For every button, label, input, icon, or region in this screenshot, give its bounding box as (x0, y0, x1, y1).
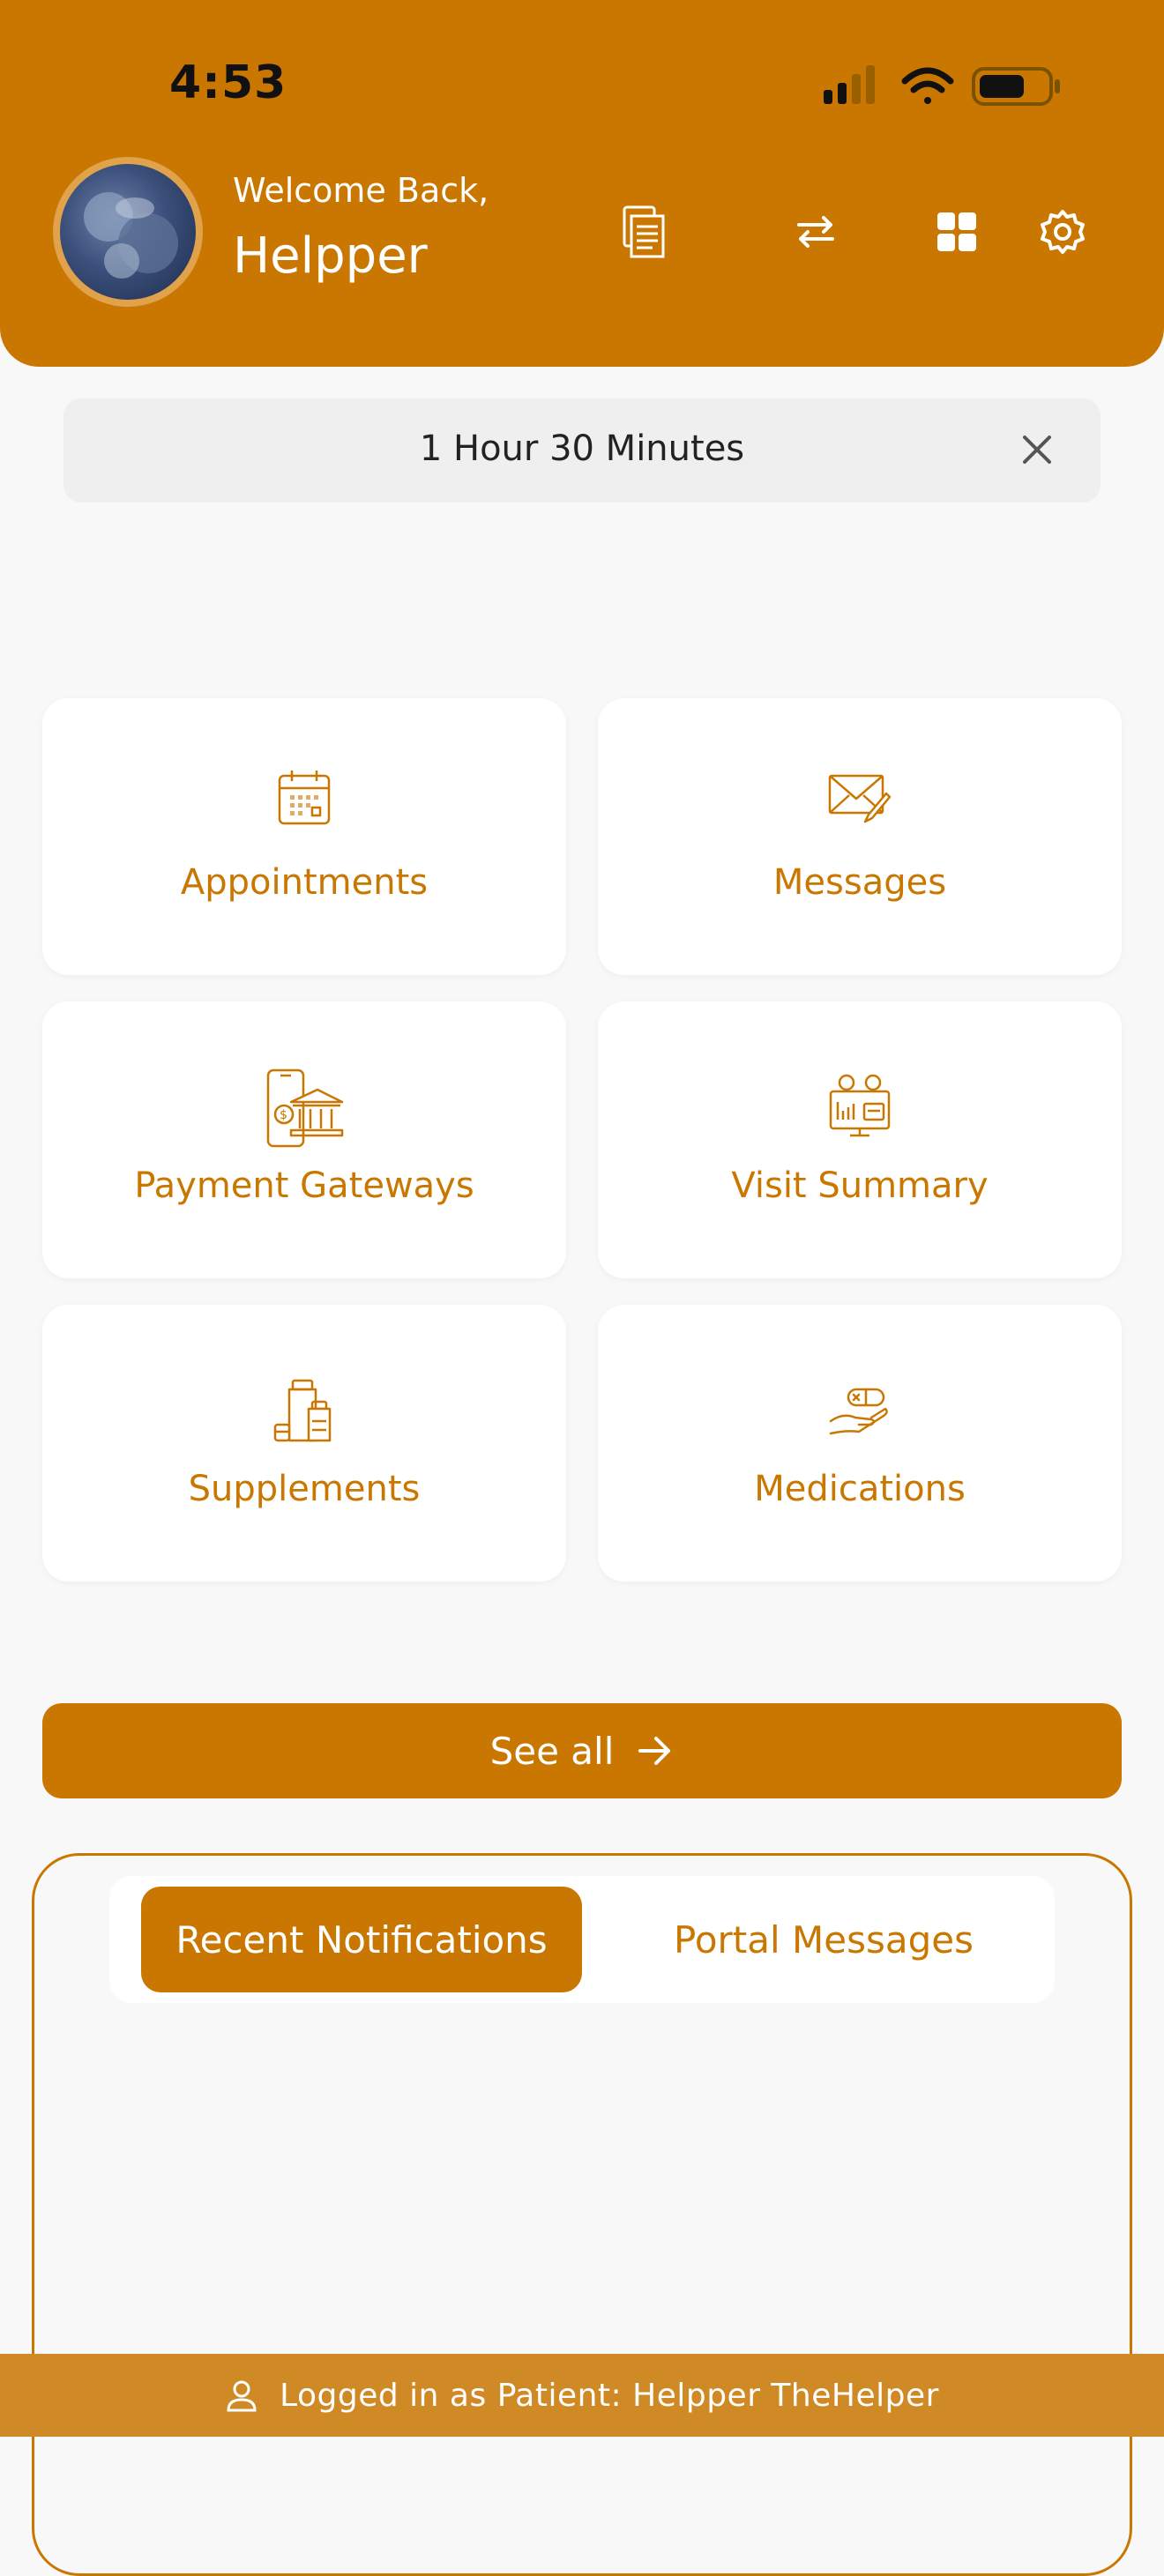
session-timer-text: 1 Hour 30 Minutes (419, 428, 745, 469)
status-time: 4:53 (169, 56, 287, 109)
app-header: 4:53 Welcome Back, Helpper (0, 0, 1164, 367)
bottles-icon (273, 1379, 332, 1442)
tile-label: Payment Gateways (134, 1165, 474, 1206)
status-icons (824, 65, 1060, 106)
avatar-image (84, 192, 178, 279)
pill-hand-icon (829, 1388, 888, 1435)
envelope-pen-icon (828, 774, 892, 823)
signal-icon (824, 65, 875, 104)
notifications-tabs: Recent Notifications Portal Messages (109, 1876, 1055, 2003)
see-all-label: See all (489, 1729, 615, 1773)
close-icon[interactable] (1016, 428, 1058, 471)
user-icon (227, 2380, 257, 2412)
tile-label: Medications (754, 1469, 966, 1509)
tile-appointments[interactable]: Appointments (42, 698, 566, 975)
logged-in-banner: Logged in as Patient: Helpper TheHelper (0, 2354, 1164, 2437)
tile-medications[interactable]: Medications (598, 1305, 1122, 1582)
battery-icon (972, 67, 1060, 106)
bank-phone-icon: $ (266, 1068, 344, 1148)
tile-visit-summary[interactable]: Visit Summary (598, 1001, 1122, 1278)
tile-supplements[interactable]: Supplements (42, 1305, 566, 1582)
welcome-text: Welcome Back, (233, 171, 489, 210)
avatar[interactable] (53, 157, 203, 307)
arrow-right-icon (638, 1737, 671, 1765)
tile-label: Supplements (188, 1469, 421, 1509)
grid-icon[interactable] (926, 201, 988, 263)
calendar-icon (278, 771, 331, 825)
logged-in-text: Logged in as Patient: Helpper TheHelper (280, 2377, 939, 2414)
doctor-monitor-icon (829, 1074, 891, 1137)
session-timer-bar: 1 Hour 30 Minutes (63, 398, 1101, 503)
username: Helpper (233, 227, 428, 285)
wifi-icon (901, 67, 954, 104)
documents-icon[interactable] (614, 201, 675, 263)
swap-icon[interactable] (785, 201, 847, 263)
tab-recent-notifications[interactable]: Recent Notifications (141, 1887, 582, 1992)
tile-payment-gateways[interactable]: $ Payment Gateways (42, 1001, 566, 1278)
svg-text:$: $ (280, 1108, 287, 1122)
gear-icon[interactable] (1032, 201, 1093, 263)
tile-label: Appointments (180, 862, 429, 903)
tile-messages[interactable]: Messages (598, 698, 1122, 975)
tile-label: Messages (772, 862, 947, 903)
tab-portal-messages[interactable]: Portal Messages (603, 1887, 1044, 1992)
tile-label: Visit Summary (731, 1165, 989, 1206)
see-all-button[interactable]: See all (42, 1703, 1122, 1798)
